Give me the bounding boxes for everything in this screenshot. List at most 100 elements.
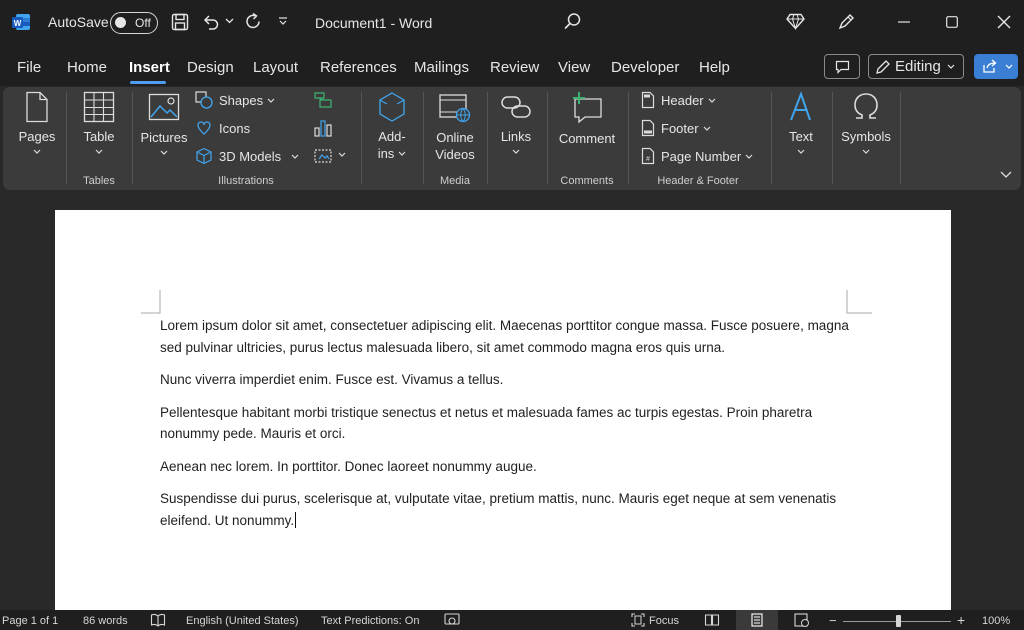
undo-icon[interactable]	[202, 13, 220, 31]
footer-icon	[641, 119, 655, 137]
add-ins-button[interactable]: Add- ins	[369, 91, 415, 162]
icons-label: Icons	[219, 120, 251, 136]
autosave-state: Off	[135, 16, 151, 30]
screenshot-icon[interactable]	[313, 147, 333, 165]
cube-icon	[196, 147, 212, 165]
text-predictions[interactable]: Text Predictions: On	[321, 615, 419, 627]
new-comment-icon	[573, 92, 602, 124]
chevron-down-icon	[703, 126, 711, 131]
tab-references[interactable]: References	[320, 59, 397, 76]
focus-icon[interactable]	[630, 612, 646, 628]
smartart-icon[interactable]	[313, 91, 333, 109]
chevron-down-icon	[267, 98, 275, 103]
ribbon-separator	[832, 92, 833, 184]
chevron-down-icon	[398, 151, 406, 156]
focus-label[interactable]: Focus	[649, 615, 679, 627]
paragraph-last[interactable]: Suspendisse dui purus, scelerisque at, v…	[160, 488, 850, 531]
group-label-comments: Comments	[560, 175, 614, 187]
new-comment-button[interactable]: Comment	[555, 91, 619, 147]
chevron-down-icon[interactable]	[338, 152, 346, 157]
footer-label: Footer	[661, 120, 699, 136]
ribbon-separator	[423, 92, 424, 184]
ribbon-collapse-chevron-icon[interactable]	[1000, 171, 1012, 178]
pages-button[interactable]: Pages	[17, 91, 57, 154]
online-videos-button[interactable]: Online Videos	[430, 93, 480, 163]
customize-toolbar-icon[interactable]	[278, 16, 288, 26]
paragraph[interactable]: Pellentesque habitant morbi tristique se…	[160, 402, 850, 445]
ribbon-separator	[547, 92, 548, 184]
svg-text:#: #	[646, 156, 650, 163]
ribbon-separator	[66, 92, 67, 184]
zoom-out-button[interactable]: −	[829, 613, 837, 628]
tab-insert[interactable]: Insert	[129, 59, 170, 76]
save-icon[interactable]	[171, 13, 189, 31]
close-icon[interactable]	[997, 15, 1011, 29]
pencil-icon	[876, 59, 890, 74]
maximize-icon[interactable]	[946, 16, 958, 28]
shapes-button[interactable]: Shapes	[195, 91, 281, 109]
header-label: Header	[661, 92, 704, 108]
zoom-level[interactable]: 100%	[982, 615, 1010, 627]
tab-help[interactable]: Help	[699, 59, 730, 76]
language[interactable]: English (United States)	[186, 615, 299, 627]
tab-file[interactable]: File	[17, 59, 41, 76]
premium-diamond-icon[interactable]	[786, 13, 805, 30]
tab-layout[interactable]: Layout	[253, 59, 298, 76]
icons-gallery-icon	[197, 121, 211, 135]
tab-mailings[interactable]: Mailings	[414, 59, 469, 76]
minimize-icon[interactable]	[898, 21, 910, 23]
tab-design[interactable]: Design	[187, 59, 234, 76]
margin-corner-marker	[846, 290, 872, 314]
header-button[interactable]: Header	[641, 91, 722, 109]
icons-button[interactable]: Icons	[195, 119, 250, 137]
links-button[interactable]: Links	[494, 93, 538, 154]
status-bar: Page 1 of 1 86 words English (United Sta…	[0, 610, 1024, 630]
designer-pen-icon[interactable]	[837, 12, 856, 31]
document-page[interactable]: Lorem ipsum dolor sit amet, consectetuer…	[55, 210, 951, 610]
ribbon-separator	[132, 92, 133, 184]
editing-label: Editing	[895, 58, 941, 75]
shapes-label: Shapes	[219, 92, 264, 108]
autosave-toggle[interactable]: Off	[110, 12, 158, 34]
redo-icon[interactable]	[244, 12, 263, 31]
document-body[interactable]: Lorem ipsum dolor sit amet, consectetuer…	[160, 315, 850, 542]
accessibility-icon[interactable]	[444, 613, 460, 627]
tab-home[interactable]: Home	[67, 59, 107, 76]
text-label: Text	[789, 129, 813, 144]
footer-button[interactable]: Footer	[641, 119, 717, 137]
proofing-book-icon[interactable]	[150, 613, 166, 627]
page-number-button[interactable]: # Page Number	[641, 147, 759, 165]
tab-view[interactable]: View	[558, 59, 590, 76]
chevron-down-icon	[160, 150, 168, 155]
chart-icon[interactable]	[313, 118, 333, 138]
comments-button[interactable]	[824, 54, 860, 79]
word-count[interactable]: 86 words	[83, 615, 128, 627]
editing-mode-button[interactable]: Editing	[868, 54, 964, 79]
paragraph[interactable]: Lorem ipsum dolor sit amet, consectetuer…	[160, 315, 850, 358]
undo-dropdown-chevron-icon[interactable]	[225, 18, 234, 24]
tab-developer[interactable]: Developer	[611, 59, 679, 76]
print-layout-icon[interactable]	[750, 613, 764, 627]
share-button[interactable]	[974, 54, 1018, 79]
chevron-down-icon	[291, 154, 299, 159]
page-count[interactable]: Page 1 of 1	[2, 615, 58, 627]
text-button[interactable]: Text	[780, 91, 822, 154]
table-button[interactable]: Table	[79, 91, 119, 154]
add-ins-icon	[379, 92, 405, 122]
chevron-down-icon	[33, 149, 41, 154]
symbols-button[interactable]: Symbols	[839, 91, 893, 154]
zoom-slider-thumb[interactable]	[896, 615, 901, 627]
pictures-button[interactable]: Pictures	[139, 93, 189, 155]
search-icon[interactable]	[563, 12, 582, 31]
add-ins-label-line2: ins	[377, 146, 395, 161]
pictures-label: Pictures	[140, 130, 188, 145]
paragraph[interactable]: Aenean nec lorem. In porttitor. Donec la…	[160, 456, 850, 478]
web-layout-icon[interactable]	[794, 613, 810, 627]
paragraph[interactable]: Nunc viverra imperdiet enim. Fusce est. …	[160, 369, 850, 391]
margin-corner-marker	[141, 290, 161, 314]
zoom-in-button[interactable]: +	[957, 612, 965, 628]
3d-models-button[interactable]: 3D Models	[195, 147, 305, 165]
read-mode-icon[interactable]	[704, 613, 720, 627]
tab-review[interactable]: Review	[490, 59, 539, 76]
group-label-media: Media	[440, 175, 470, 187]
